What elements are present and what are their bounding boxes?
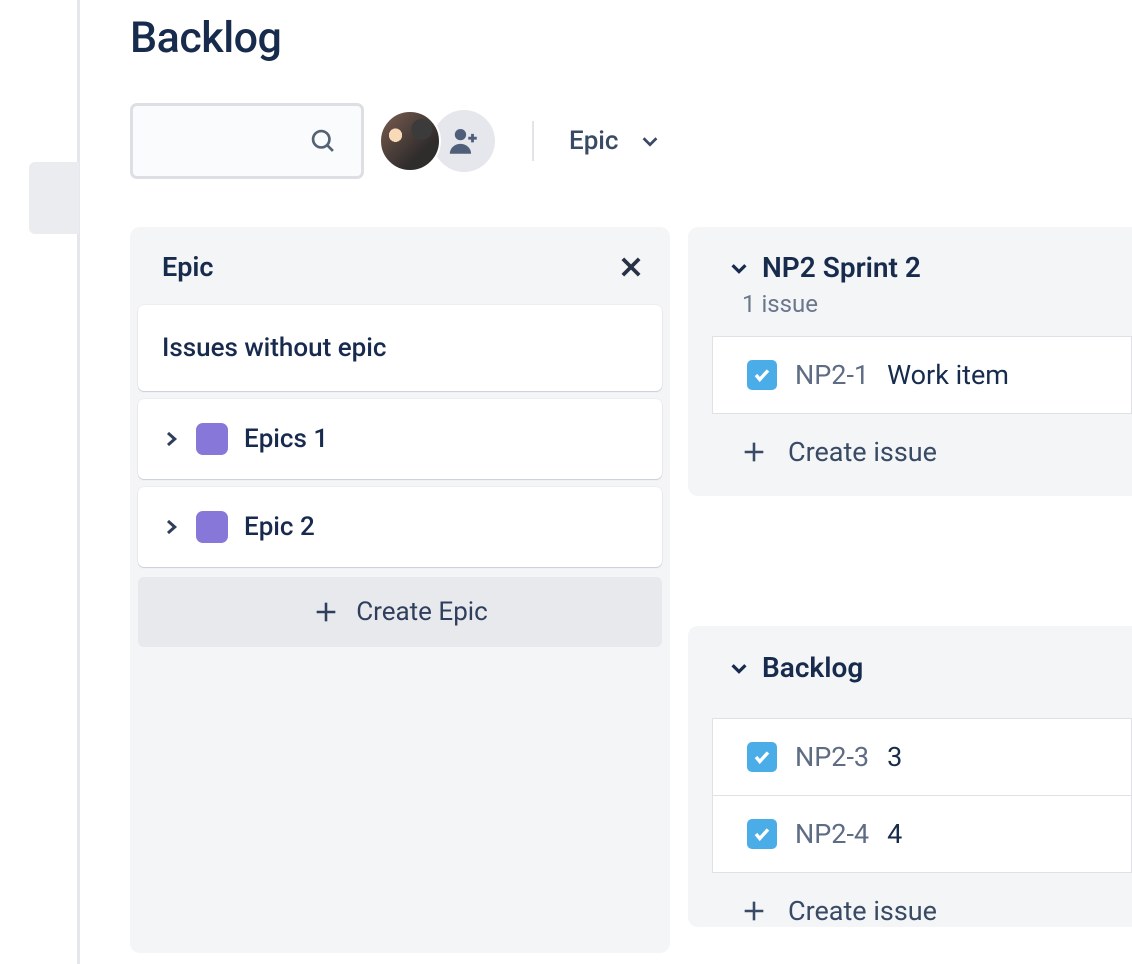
chevron-right-icon (162, 430, 180, 448)
task-icon (747, 360, 777, 390)
chevron-down-icon (728, 657, 750, 679)
plus-icon (740, 438, 768, 466)
epic-no-epic-filter[interactable]: Issues without epic (138, 305, 662, 391)
backlog-section: Backlog NP2-3 3 (688, 626, 1132, 927)
issue-key: NP2-1 (795, 359, 869, 391)
plus-icon (740, 897, 768, 925)
create-issue-button[interactable]: Create issue (712, 873, 1132, 927)
epic-item-label: Issues without epic (162, 333, 386, 363)
create-issue-label: Create issue (788, 895, 937, 927)
issue-summary: 4 (887, 818, 902, 850)
epic-item-label: Epic 2 (244, 512, 315, 542)
issue-summary: Work item (887, 359, 1009, 391)
issue-key: NP2-3 (795, 741, 869, 773)
create-epic-label: Create Epic (356, 597, 487, 627)
backlog-toggle[interactable]: Backlog (688, 651, 1132, 684)
create-issue-button[interactable]: Create issue (712, 414, 1132, 496)
chevron-down-icon (728, 257, 750, 279)
epic-filter-label: Epic (569, 126, 619, 156)
avatar[interactable] (379, 110, 441, 172)
toolbar: Epic (130, 103, 1132, 179)
sidebar-selected-indicator (29, 162, 79, 234)
create-epic-button[interactable]: Create Epic (138, 577, 662, 647)
add-person-button[interactable] (433, 110, 495, 172)
search-input[interactable] (130, 103, 364, 179)
toolbar-divider (532, 121, 534, 161)
chevron-right-icon (162, 518, 180, 536)
epic-panel-title: Epic (162, 251, 214, 283)
epic-panel: Epic Issues without epic Epics 1 (130, 227, 670, 953)
backlog-name: Backlog (762, 651, 863, 684)
task-icon (747, 819, 777, 849)
issue-row[interactable]: NP2-3 3 (712, 718, 1132, 796)
create-issue-label: Create issue (788, 436, 937, 468)
epic-color-swatch (196, 511, 228, 543)
page-title: Backlog (130, 13, 1132, 63)
epic-filter-dropdown[interactable]: Epic (569, 126, 661, 156)
epic-item-label: Epics 1 (244, 424, 328, 454)
epic-item[interactable]: Epics 1 (138, 399, 662, 479)
epic-item[interactable]: Epic 2 (138, 487, 662, 567)
close-icon[interactable] (617, 253, 645, 281)
chevron-down-icon (639, 130, 661, 152)
search-icon (309, 127, 337, 155)
avatar-stack (379, 110, 495, 172)
issue-row[interactable]: NP2-4 4 (712, 796, 1132, 873)
issue-summary: 3 (887, 741, 902, 773)
sprint-toggle[interactable]: NP2 Sprint 2 (688, 251, 1132, 284)
sprint-section: NP2 Sprint 2 1 issue NP2-1 Work item (688, 227, 1132, 496)
epic-color-swatch (196, 423, 228, 455)
issue-count: 1 issue (688, 284, 1132, 318)
plus-icon (312, 598, 340, 626)
task-icon (747, 742, 777, 772)
sprint-name: NP2 Sprint 2 (762, 251, 921, 284)
issue-row[interactable]: NP2-1 Work item (712, 336, 1132, 414)
issue-key: NP2-4 (795, 818, 869, 850)
sidebar-fragment (0, 0, 80, 964)
